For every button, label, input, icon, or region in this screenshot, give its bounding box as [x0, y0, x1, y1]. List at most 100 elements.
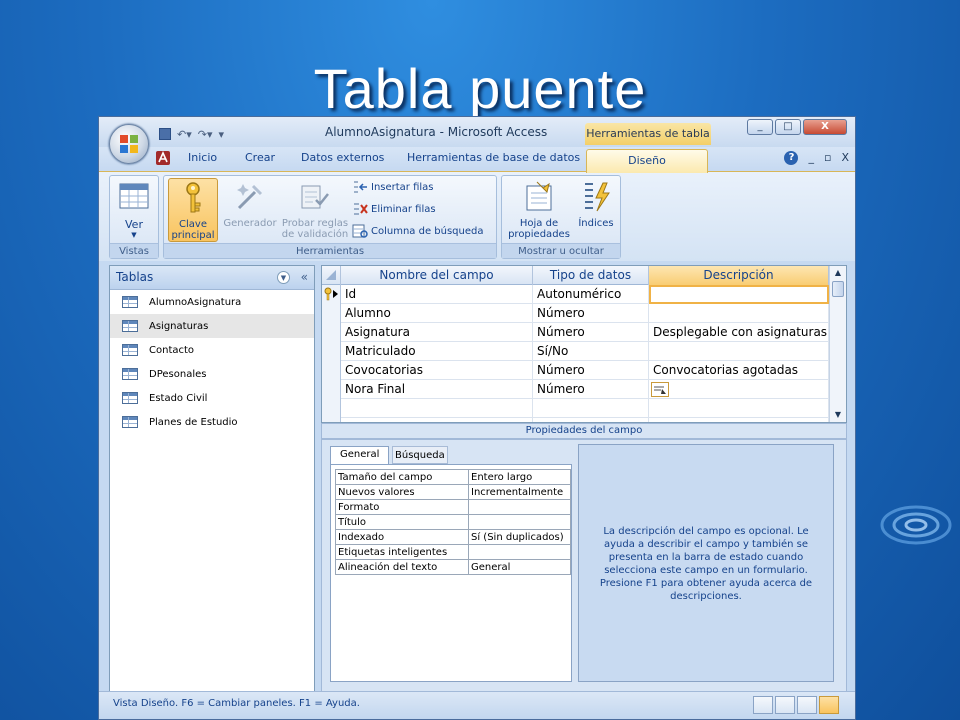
column-header-descripcion[interactable]: Descripción: [649, 266, 829, 285]
maximize-button[interactable]: □: [775, 119, 801, 135]
grid-cell[interactable]: Autonumérico: [533, 285, 649, 304]
probar-reglas-button[interactable]: Probar reglas de validación: [280, 178, 350, 242]
property-update-icon[interactable]: [651, 382, 669, 397]
row-selector[interactable]: [322, 304, 341, 323]
pivot-table-view-icon[interactable]: [775, 696, 795, 714]
grid-corner[interactable]: [322, 266, 341, 285]
property-row[interactable]: Tamaño del campo Entero largo: [335, 469, 571, 485]
property-row[interactable]: Formato: [335, 499, 571, 515]
nav-item[interactable]: Asignaturas: [110, 314, 314, 338]
table-row[interactable]: [322, 399, 829, 418]
column-header-nombre[interactable]: Nombre del campo: [341, 266, 533, 285]
grid-cell[interactable]: Asignatura: [341, 323, 533, 342]
property-value[interactable]: General: [468, 559, 571, 575]
tab-datos-externos[interactable]: Datos externos: [301, 151, 384, 164]
grid-cell[interactable]: Número: [533, 304, 649, 323]
office-button[interactable]: [109, 124, 149, 164]
redo-icon[interactable]: ↷▾: [198, 128, 213, 141]
minimize-button[interactable]: _: [747, 119, 773, 135]
help-icon[interactable]: ?: [784, 151, 799, 165]
grid-cell[interactable]: Número: [533, 380, 649, 399]
grid-cell[interactable]: Matriculado: [341, 342, 533, 361]
grid-cell[interactable]: Nora Final: [341, 380, 533, 399]
scrollbar-thumb[interactable]: [832, 281, 844, 297]
datasheet-view-icon[interactable]: [753, 696, 773, 714]
grid-cell[interactable]: Covocatorias: [341, 361, 533, 380]
scroll-up-icon[interactable]: ▲: [830, 266, 846, 280]
property-value[interactable]: Sí (Sin duplicados): [468, 529, 571, 545]
tab-crear[interactable]: Crear: [245, 151, 275, 164]
table-row[interactable]: Asignatura Número Desplegable con asignatu…: [322, 323, 829, 342]
hoja-propiedades-button[interactable]: Hoja de propiedades: [506, 178, 572, 242]
tab-herramientas-bd[interactable]: Herramientas de base de datos: [407, 151, 580, 164]
grid-cell[interactable]: [341, 399, 533, 418]
pivot-chart-view-icon[interactable]: [797, 696, 817, 714]
grid-cell[interactable]: Id: [341, 285, 533, 304]
row-selector[interactable]: [322, 342, 341, 361]
nav-item[interactable]: DPesonales: [110, 362, 314, 386]
nav-item[interactable]: AlumnoAsignatura: [110, 290, 314, 314]
grid-cell[interactable]: Número: [533, 361, 649, 380]
table-row[interactable]: Nora Final Número: [322, 380, 829, 399]
insertar-filas-button[interactable]: Insertar filas: [352, 178, 434, 196]
property-value[interactable]: [468, 544, 571, 560]
row-selector[interactable]: [322, 361, 341, 380]
customize-toolbar-icon[interactable]: ▾: [219, 128, 225, 141]
tab-general[interactable]: General: [330, 446, 390, 466]
grid-cell[interactable]: Convocatorias agotadas: [649, 361, 829, 380]
grid-cell[interactable]: [649, 285, 829, 304]
ribbon-close-button[interactable]: X: [841, 151, 849, 165]
property-row[interactable]: Indexado Sí (Sin duplicados): [335, 529, 571, 545]
eliminar-filas-button[interactable]: Eliminar filas: [352, 200, 436, 218]
nav-item[interactable]: Planes de Estudio: [110, 410, 314, 434]
table-row[interactable]: Covocatorias Número Convocatorias agotadas: [322, 361, 829, 380]
nav-pane-header[interactable]: Tablas ▼ «: [110, 266, 314, 290]
nav-item[interactable]: Estado Civil: [110, 386, 314, 410]
column-header-tipo[interactable]: Tipo de datos: [533, 266, 649, 285]
ribbon-restore-button[interactable]: ▫: [824, 151, 831, 165]
tab-inicio[interactable]: Inicio: [188, 151, 217, 164]
grid-cell[interactable]: [649, 380, 829, 399]
row-selector[interactable]: [322, 399, 341, 418]
grid-cell[interactable]: [533, 399, 649, 418]
close-button[interactable]: X: [803, 119, 847, 135]
property-value[interactable]: [468, 499, 571, 515]
grid-cell[interactable]: [649, 399, 829, 418]
collapse-pane-icon[interactable]: «: [301, 270, 308, 284]
clave-principal-button[interactable]: Clave principal: [168, 178, 218, 242]
table-row[interactable]: Id Autonumérico: [322, 285, 829, 304]
property-value[interactable]: Incrementalmente: [468, 484, 571, 500]
ver-button[interactable]: Ver ▼: [112, 178, 156, 242]
tab-busqueda[interactable]: Búsqueda: [392, 446, 448, 464]
ver-dropdown-icon: ▼: [131, 231, 137, 239]
grid-cell[interactable]: [649, 342, 829, 361]
grid-cell[interactable]: Sí/No: [533, 342, 649, 361]
property-row[interactable]: Etiquetas inteligentes: [335, 544, 571, 560]
property-row[interactable]: Título: [335, 514, 571, 530]
vertical-scrollbar[interactable]: ▲ ▼: [829, 266, 846, 422]
row-selector[interactable]: [322, 323, 341, 342]
tab-diseno[interactable]: Diseño: [586, 149, 708, 173]
design-view-icon[interactable]: [819, 696, 839, 714]
property-value[interactable]: Entero largo: [468, 469, 571, 485]
columna-busqueda-button[interactable]: Columna de búsqueda: [352, 222, 484, 240]
property-row[interactable]: Nuevos valores Incrementalmente: [335, 484, 571, 500]
ribbon-minimize-button[interactable]: _: [808, 151, 814, 165]
indices-button[interactable]: Índices: [574, 178, 618, 242]
nav-item[interactable]: Contacto: [110, 338, 314, 362]
save-icon[interactable]: [159, 128, 171, 140]
chevron-down-icon[interactable]: ▼: [277, 271, 290, 284]
scroll-down-icon[interactable]: ▼: [830, 408, 846, 422]
grid-cell[interactable]: [649, 304, 829, 323]
grid-cell[interactable]: Desplegable con asignaturas: [649, 323, 829, 342]
table-row[interactable]: Matriculado Sí/No: [322, 342, 829, 361]
undo-icon[interactable]: ↶▾: [177, 128, 192, 141]
generador-button[interactable]: Generador: [222, 178, 278, 242]
table-row[interactable]: Alumno Número: [322, 304, 829, 323]
property-row[interactable]: Alineación del texto General: [335, 559, 571, 575]
row-selector[interactable]: [322, 380, 341, 399]
grid-cell[interactable]: Alumno: [341, 304, 533, 323]
property-value[interactable]: [468, 514, 571, 530]
row-selector[interactable]: [322, 285, 341, 304]
grid-cell[interactable]: Número: [533, 323, 649, 342]
